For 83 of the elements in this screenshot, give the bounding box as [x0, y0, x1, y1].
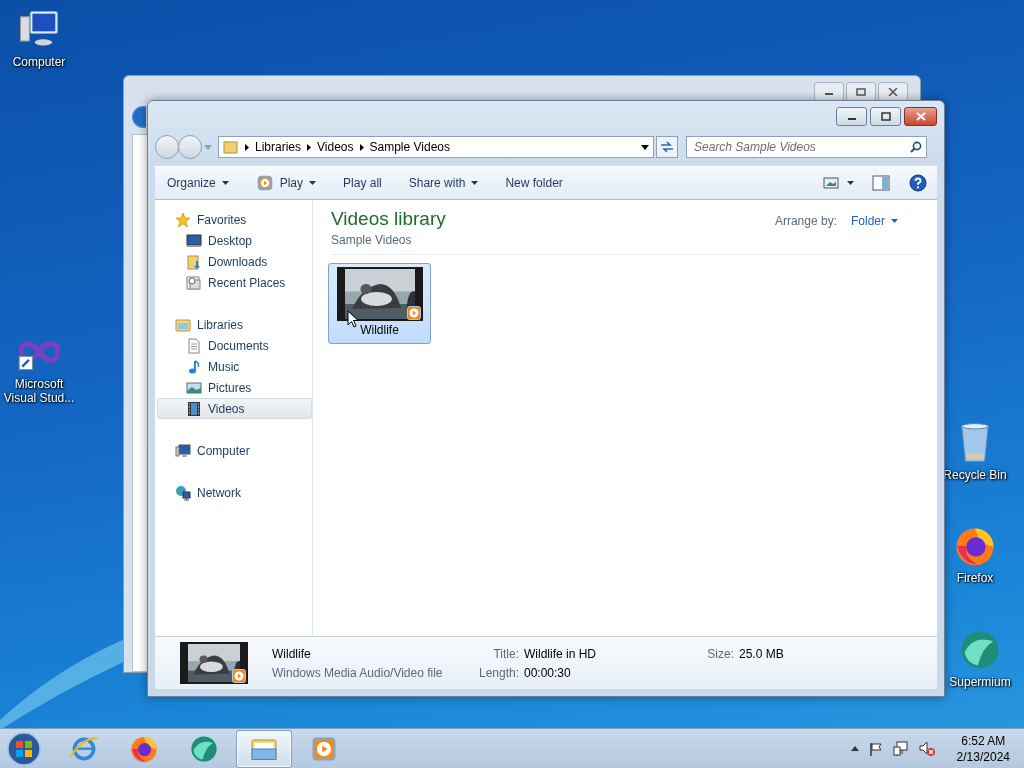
minimize-button[interactable]: [836, 107, 867, 126]
monitor-icon: [186, 232, 202, 249]
network-computer-icon[interactable]: [892, 740, 909, 757]
library-folder-icon: [175, 316, 191, 333]
chevron-right-icon: [359, 143, 364, 151]
caret-icon: [471, 181, 479, 185]
navigation-item[interactable]: Pictures: [157, 377, 312, 398]
maximize-button[interactable]: [870, 107, 901, 126]
property-value: Wildlife in HD: [524, 646, 596, 661]
toolbar-button[interactable]: Organize: [167, 173, 229, 193]
landscape-image-icon: [186, 379, 202, 396]
network-globe-icon: [175, 484, 191, 501]
chevron-up-icon[interactable]: [850, 746, 859, 751]
start-orb-icon[interactable]: [6, 730, 42, 767]
caret-icon[interactable]: [847, 181, 854, 185]
toolbar-button[interactable]: New folder: [505, 173, 563, 193]
chevron-right-icon: [245, 143, 249, 151]
computer-icon: [175, 442, 191, 459]
icon-label: Computer: [12, 55, 66, 69]
toolbar-button[interactable]: Play: [255, 171, 317, 195]
navigation-item[interactable]: Recent Places: [157, 272, 312, 293]
caret-icon: [309, 181, 317, 185]
icon-label: Microsoft Visual Stud...: [2, 377, 76, 405]
property-label: Length:: [477, 665, 519, 680]
toolbar-button[interactable]: Share with: [408, 173, 479, 193]
icon-label: Firefox: [956, 571, 994, 585]
navigation-item[interactable]: Network: [157, 482, 312, 503]
arrange-dropdown[interactable]: Folder: [851, 214, 898, 228]
navigation-item[interactable]: Desktop: [157, 230, 312, 251]
search-icon: [910, 141, 922, 153]
recent-places-icon: [186, 274, 202, 291]
file-name: Wildlife: [272, 646, 312, 661]
search-field[interactable]: Search Sample Videos: [686, 136, 927, 158]
close-button[interactable]: [904, 107, 937, 126]
property-label: Title:: [492, 646, 519, 661]
property-value: 00:00:30: [524, 665, 571, 680]
help-icon[interactable]: [909, 174, 927, 192]
chevron-right-icon: [307, 143, 312, 151]
document-icon: [186, 337, 202, 354]
toolbar-button[interactable]: Play all: [343, 173, 382, 193]
arrange-label: Arrange by:: [774, 214, 837, 228]
taskbar-button[interactable]: [236, 729, 292, 768]
property-value: 25.0 MB: [739, 646, 784, 661]
breadcrumb-item[interactable]: Videos: [317, 140, 354, 154]
clock[interactable]: 6:52 AM 2/13/2024: [956, 733, 1010, 764]
navigation-item[interactable]: Downloads: [157, 251, 312, 272]
icon-label: Supermium: [949, 675, 1011, 689]
play-badge-icon: [232, 669, 246, 683]
refresh-arrows-icon: [660, 141, 674, 153]
film-strip-icon: [186, 400, 202, 417]
caret-icon: [221, 181, 229, 185]
star-icon: [175, 211, 191, 228]
library-subtitle: Sample Videos: [331, 233, 413, 247]
dropdown-caret-icon[interactable]: [641, 145, 649, 150]
preview-pane-icon[interactable]: [872, 175, 890, 191]
address-bar[interactable]: Libraries Videos Sample Videos: [218, 136, 654, 158]
navigation-item[interactable]: Libraries: [157, 314, 312, 335]
maximize-icon: [855, 87, 867, 96]
close-icon: [887, 87, 899, 96]
folder-icon: [223, 139, 239, 155]
refresh-button[interactable]: [656, 136, 678, 158]
property-label: Size:: [706, 646, 734, 661]
navigation-item[interactable]: Documents: [157, 335, 312, 356]
view-options-icon[interactable]: [823, 176, 839, 190]
icon-label: Recycle Bin: [943, 468, 1007, 482]
play-icon: [255, 174, 274, 192]
navigation-item[interactable]: Computer: [157, 440, 312, 461]
file-tile[interactable]: Wildlife: [328, 263, 431, 344]
caret-icon: [891, 219, 898, 223]
swirl-sphere-icon: [189, 733, 219, 764]
navigation-item[interactable]: Favorites: [157, 209, 312, 230]
maximize-icon: [878, 112, 893, 121]
flag-icon[interactable]: [868, 741, 883, 756]
muted-speaker-icon[interactable]: [918, 740, 935, 757]
breadcrumb-item[interactable]: Libraries: [255, 140, 302, 154]
navigation-item[interactable]: Music: [157, 356, 312, 377]
breadcrumb-item[interactable]: Sample Videos: [369, 140, 450, 154]
mouse-pointer-icon: [347, 310, 359, 328]
music-note-icon: [186, 358, 202, 375]
navigation-item[interactable]: Videos: [157, 398, 312, 419]
file-type: Windows Media Audio/Video file: [272, 665, 444, 680]
play-badge-icon: [406, 306, 421, 320]
library-title: Videos library: [331, 208, 446, 229]
